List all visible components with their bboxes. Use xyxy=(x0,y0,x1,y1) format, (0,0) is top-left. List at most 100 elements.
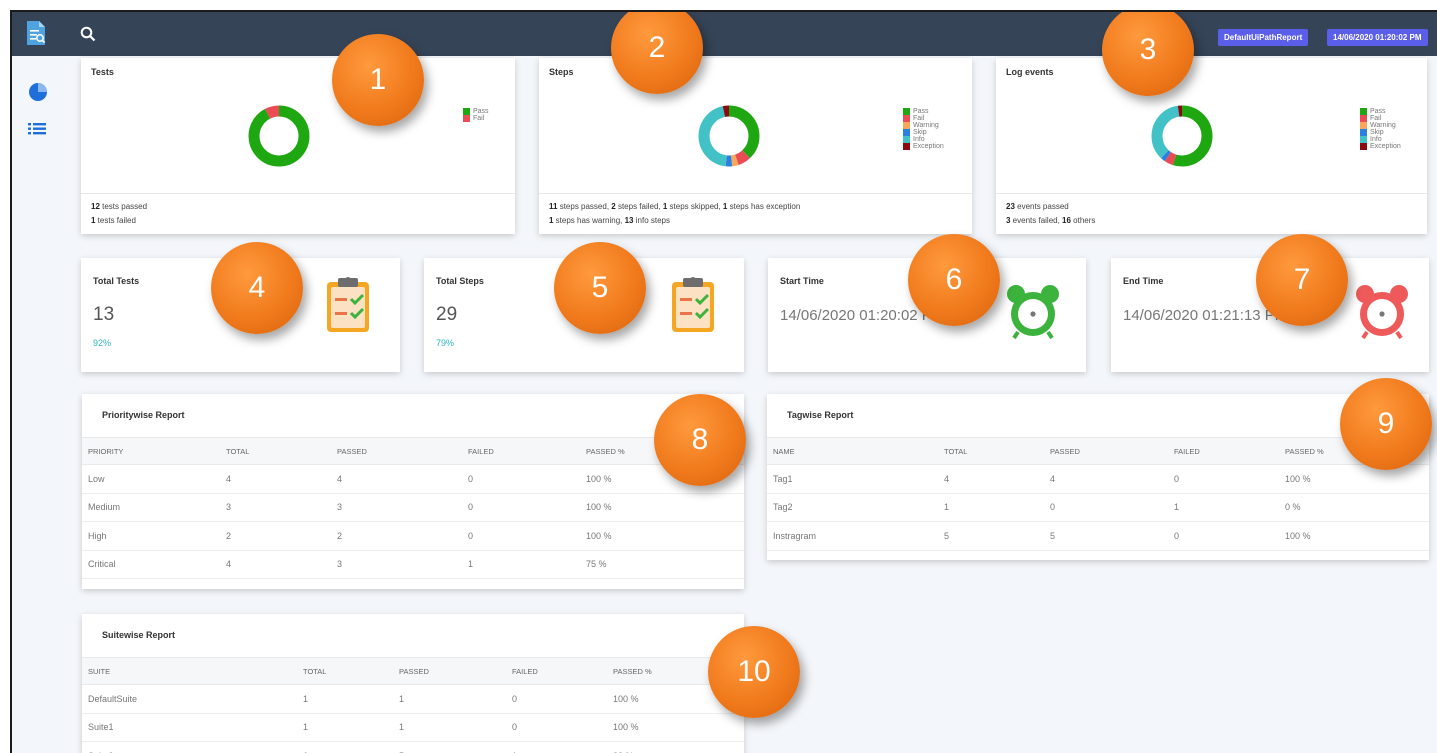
table-cell: 4 xyxy=(1050,464,1174,494)
table-row: Tag2 1 0 1 0 % xyxy=(767,493,1429,522)
steps-summary: 11 steps passed, 2 steps failed, 1 steps… xyxy=(539,193,972,234)
table-cell: 1 xyxy=(303,713,399,742)
report-name-badge: DefaultUiPathReport xyxy=(1218,29,1309,46)
table-cell: 0 xyxy=(468,464,586,494)
total-tests-percent: 92% xyxy=(93,338,112,348)
legend-info: Info xyxy=(1360,136,1401,143)
table-cell: 75 % xyxy=(586,550,744,579)
table-cell: 100 % xyxy=(1285,464,1429,494)
table-cell: 1 xyxy=(468,550,586,579)
callout-marker-7: 7 xyxy=(1256,234,1348,326)
table-cell: 1 xyxy=(303,684,399,714)
column-header: SUITE xyxy=(82,657,303,685)
table-cell: Critical xyxy=(82,550,226,579)
donut-segment-pass xyxy=(248,105,310,167)
table-row: Tag1 4 4 0 100 % xyxy=(767,464,1429,494)
table-cell: Medium xyxy=(82,493,226,522)
start-time-title: Start Time xyxy=(780,276,824,286)
legend-skip: Skip xyxy=(903,129,944,136)
table-cell: 5 xyxy=(1050,521,1174,551)
tests-summary: 12 tests passed 1 tests failed xyxy=(81,193,515,234)
table-cell: 0 xyxy=(1174,521,1285,551)
column-header: PASSED xyxy=(1050,437,1174,465)
table-cell: 100 % xyxy=(613,713,744,742)
total-steps-value: 29 xyxy=(436,304,458,325)
legend-fail: Fail xyxy=(1360,115,1401,122)
table-header-row: NAME TOTAL PASSED FAILED PASSED % xyxy=(767,437,1429,465)
table-cell: 5 xyxy=(944,521,1050,551)
table-row: DefaultSuite 1 1 0 100 % xyxy=(82,684,744,714)
table-row: Low 4 4 0 100 % xyxy=(82,464,744,494)
column-header: PASSED xyxy=(399,657,512,685)
table-cell: Tag2 xyxy=(767,493,944,522)
table-cell: 100 % xyxy=(586,521,744,551)
total-steps-percent: 79% xyxy=(436,338,455,348)
table-cell: Suite2 xyxy=(82,741,303,753)
list-icon[interactable] xyxy=(28,122,46,138)
column-header: TOTAL xyxy=(226,437,337,465)
sidebar xyxy=(12,56,70,753)
total-tests-title: Total Tests xyxy=(93,276,140,286)
report-logo-icon[interactable] xyxy=(26,20,46,46)
tests-donut-chart xyxy=(248,105,310,167)
alarm-clock-green-icon xyxy=(1007,285,1059,340)
table-header-row: PRIORITY TOTAL PASSED FAILED PASSED % xyxy=(82,437,744,465)
table-cell: 4 xyxy=(226,464,337,494)
total-steps-title: Total Steps xyxy=(436,276,484,286)
table-cell: Tag1 xyxy=(767,464,944,494)
table-row: Critical 4 3 1 75 % xyxy=(82,550,744,579)
table-cell: 1 xyxy=(399,684,512,714)
column-header: FAILED xyxy=(468,437,586,465)
log-events-card-title: Log events xyxy=(1006,67,1054,77)
table-cell: 0 xyxy=(512,713,613,742)
table-cell: DefaultSuite xyxy=(82,684,303,714)
legend-pass: Pass xyxy=(903,108,944,115)
callout-marker-4: 4 xyxy=(211,242,303,334)
table-row: High 2 2 0 100 % xyxy=(82,521,744,551)
tests-card-title: Tests xyxy=(91,67,114,77)
table-cell: 0 % xyxy=(1285,493,1429,522)
table-row: Suite265183 % xyxy=(82,741,744,753)
pie-chart-icon[interactable] xyxy=(28,82,48,102)
table-cell: 2 xyxy=(337,521,468,551)
table-cell: 1 xyxy=(512,741,613,753)
column-header: PASSED xyxy=(337,437,468,465)
table-cell: Instragram xyxy=(767,521,944,551)
table-header-row: SUITE TOTAL PASSED FAILED PASSED % xyxy=(82,657,744,685)
table-cell: 1 xyxy=(399,713,512,742)
table-cell: High xyxy=(82,521,226,551)
legend-fail: Fail xyxy=(903,115,944,122)
legend-pass: Pass xyxy=(463,108,489,115)
table-cell: 0 xyxy=(1050,493,1174,522)
column-header: PRIORITY xyxy=(82,437,226,465)
priority-report-card: Prioritywise Report PRIORITY TOTAL PASSE… xyxy=(82,394,744,589)
legend-warning: Warning xyxy=(903,122,944,129)
log-events-summary: 23 events passed 3 events failed, 16 oth… xyxy=(996,193,1427,234)
table-cell: 0 xyxy=(512,684,613,714)
end-time-value: 14/06/2020 01:21:13 PM xyxy=(1123,307,1288,324)
callout-marker-6: 6 xyxy=(908,234,1000,326)
table-row: Medium 3 3 0 100 % xyxy=(82,493,744,522)
callout-marker-10: 10 xyxy=(708,626,800,718)
steps-donut-chart xyxy=(698,105,760,167)
callout-marker-1: 1 xyxy=(332,34,424,126)
column-header: FAILED xyxy=(512,657,613,685)
suite-report-title: Suitewise Report xyxy=(102,630,176,640)
callout-marker-5: 5 xyxy=(554,242,646,334)
tag-report-table: NAME TOTAL PASSED FAILED PASSED % Tag1 4 4… xyxy=(767,437,1429,551)
table-cell: 0 xyxy=(468,521,586,551)
table-cell: 0 xyxy=(1174,464,1285,494)
log-events-card: Log events Pass Fail Warning Skip Info E… xyxy=(996,58,1427,234)
table-cell: 2 xyxy=(226,521,337,551)
legend-warning: Warning xyxy=(1360,122,1401,129)
table-cell: 3 xyxy=(226,493,337,522)
table-cell: Low xyxy=(82,464,226,494)
legend-fail: Fail xyxy=(463,115,489,122)
search-icon[interactable] xyxy=(80,26,96,42)
app-frame: DefaultUiPathReport 14/06/2020 01:20:02 … xyxy=(10,10,1437,753)
legend-pass: Pass xyxy=(1360,108,1401,115)
table-cell: 1 xyxy=(944,493,1050,522)
clipboard-check-icon xyxy=(672,277,714,332)
alarm-clock-red-icon xyxy=(1356,285,1408,340)
tests-card: Tests Pass Fail 12 tests passed 1 tests … xyxy=(81,58,515,234)
